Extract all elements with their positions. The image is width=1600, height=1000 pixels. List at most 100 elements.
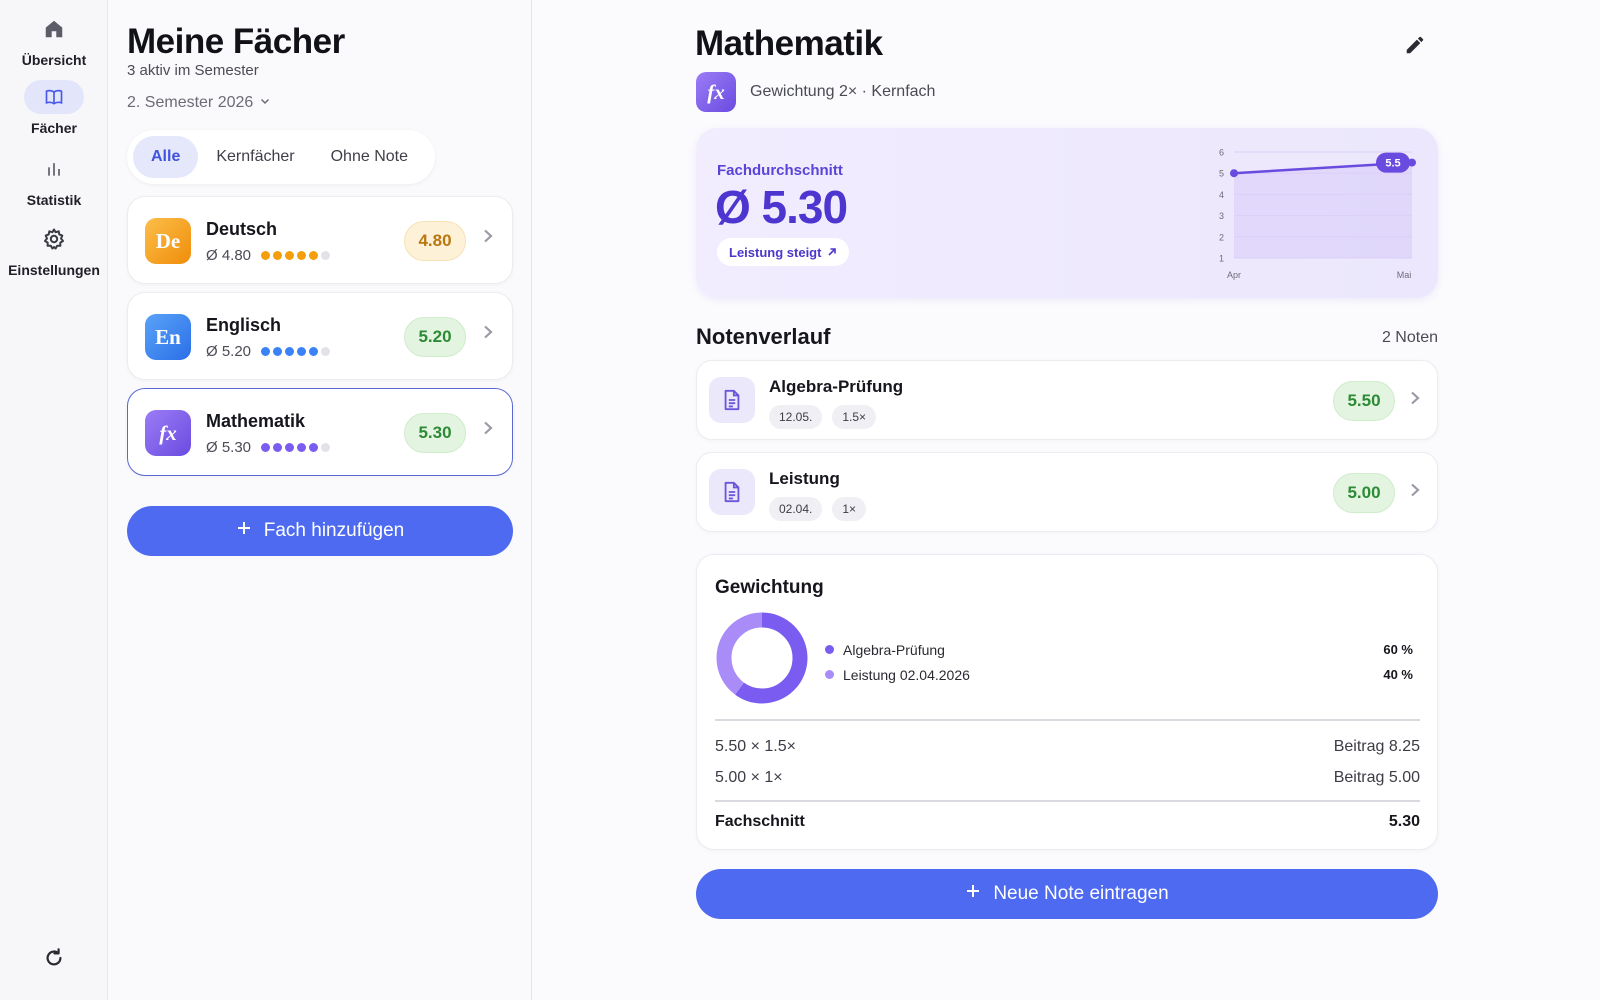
legend-row: Algebra-Prüfung 60 % xyxy=(825,637,1413,662)
subject-name: Englisch xyxy=(206,315,282,335)
rating-dot xyxy=(285,347,295,356)
divider xyxy=(715,719,1420,721)
nav-label: Einstellungen xyxy=(8,262,100,278)
x-tick-label: Apr xyxy=(1227,270,1241,280)
plus-icon xyxy=(965,883,981,905)
legend-row: Leistung 02.04.2026 40 % xyxy=(825,662,1413,687)
trend-badge: Leistung steigt xyxy=(717,238,850,266)
chevron-down-icon xyxy=(259,94,271,112)
rating-dot xyxy=(285,443,295,452)
legend-percent: 40 % xyxy=(1383,667,1413,682)
rating-dots xyxy=(261,443,331,452)
calc-contribution: Beitrag 8.25 xyxy=(1333,738,1420,755)
nav-item-subjects[interactable]: Fächer xyxy=(0,80,108,136)
data-point xyxy=(1230,169,1238,178)
y-tick-label: 3 xyxy=(1219,211,1224,221)
document-icon xyxy=(709,469,755,515)
chevron-right-icon xyxy=(482,421,494,440)
subject-avatar: fx xyxy=(145,410,191,456)
legend-dot xyxy=(825,670,834,679)
rating-dot xyxy=(309,443,319,452)
filter-no-grade[interactable]: Ohne Note xyxy=(313,136,426,178)
filter-core-subjects[interactable]: Kernfächer xyxy=(198,136,312,178)
subject-average-value: Ø 5.20 xyxy=(206,343,252,360)
history-count: 2 Noten xyxy=(1381,329,1438,346)
rating-dot xyxy=(261,443,271,452)
nav-item-settings[interactable]: Einstellungen xyxy=(0,222,108,278)
subject-average-value: Ø 5.30 xyxy=(206,439,252,456)
rating-dot xyxy=(261,347,271,356)
legend-label: Leistung 02.04.2026 xyxy=(843,666,970,683)
rating-dots xyxy=(261,347,331,356)
grade-date: 02.04. xyxy=(769,497,823,521)
subject-name: Deutsch xyxy=(206,219,278,239)
grade-trend-chart: 1 2 3 4 5 6 5.5 Apr Mai xyxy=(1219,148,1416,280)
add-subject-button[interactable]: Fach hinzufügen xyxy=(127,506,513,556)
nav-label: Statistik xyxy=(26,192,82,208)
rating-dot xyxy=(309,251,319,260)
x-tick-label: Mai xyxy=(1397,270,1412,280)
grade-row-leistung[interactable]: Leistung 02.04. 1× 5.00 xyxy=(696,452,1438,532)
rating-dot xyxy=(321,347,331,356)
subject-card-englisch[interactable]: En Englisch Ø 5.20 5.20 xyxy=(127,292,513,380)
subject-average: Ø 5.30 xyxy=(206,439,331,456)
rating-dot xyxy=(261,251,271,260)
y-tick-label: 6 xyxy=(1219,148,1224,158)
subject-meta: Gewichtung 2× · Kernfach xyxy=(750,83,936,100)
weighting-card: Gewichtung Algebra-Prüfung 60 % Leistung… xyxy=(696,554,1438,850)
average-value: Ø 5.30 xyxy=(715,181,848,233)
rating-dot xyxy=(309,347,319,356)
calc-expression: 5.50 × 1.5× xyxy=(715,738,796,755)
y-tick-label: 5 xyxy=(1219,169,1224,179)
subject-average: Ø 5.20 xyxy=(206,343,331,360)
subject-avatar: fx xyxy=(696,72,736,112)
rating-dot xyxy=(297,251,307,260)
active-count: 3 aktiv im Semester xyxy=(127,62,259,79)
total-label: Fachschnitt xyxy=(715,813,805,830)
weighting-legend: Algebra-Prüfung 60 % Leistung 02.04.2026… xyxy=(825,637,1413,687)
refresh-icon[interactable] xyxy=(38,942,70,974)
navigation-rail: Übersicht Fächer Statistik Einstellungen xyxy=(0,0,108,1000)
subject-name: Mathematik xyxy=(206,411,306,431)
legend-label: Algebra-Prüfung xyxy=(843,641,945,658)
subject-card-deutsch[interactable]: De Deutsch Ø 4.80 4.80 xyxy=(127,196,513,284)
nav-item-statistics[interactable]: Statistik xyxy=(0,152,108,208)
document-icon xyxy=(709,377,755,423)
history-title: Notenverlauf xyxy=(696,324,831,349)
subject-list-pane: Meine Fächer 3 aktiv im Semester 2. Seme… xyxy=(108,0,532,1000)
grade-name: Algebra-Prüfung xyxy=(769,377,904,396)
average-card: Fachdurchschnitt Ø 5.30 Leistung steigt … xyxy=(696,128,1438,298)
filter-all[interactable]: Alle xyxy=(133,136,199,178)
calc-row: 5.50 × 1.5× Beitrag 8.25 xyxy=(715,738,1420,756)
trend-label: Leistung steigt xyxy=(729,244,822,260)
subject-avatar: De xyxy=(145,218,191,264)
grade-row-algebra[interactable]: Algebra-Prüfung 12.05. 1.5× 5.50 xyxy=(696,360,1438,440)
semester-selector[interactable]: 2. Semester 2026 xyxy=(127,94,271,112)
calc-contribution: Beitrag 5.00 xyxy=(1333,769,1420,786)
home-icon xyxy=(24,12,84,46)
area-fill xyxy=(1234,162,1412,258)
weighting-donut-chart xyxy=(716,612,808,704)
pencil-icon[interactable] xyxy=(1400,30,1430,60)
rating-dot xyxy=(273,251,283,260)
divider xyxy=(715,800,1420,802)
y-tick-label: 2 xyxy=(1219,232,1224,242)
rating-dot xyxy=(297,347,307,356)
nav-item-overview[interactable]: Übersicht xyxy=(0,12,108,68)
bar-chart-icon xyxy=(24,152,84,186)
chevron-right-icon xyxy=(1409,483,1421,502)
grade-badge: 5.30 xyxy=(404,413,466,453)
subject-card-mathematik[interactable]: fx Mathematik Ø 5.30 5.30 xyxy=(127,388,513,476)
add-grade-button[interactable]: Neue Note eintragen xyxy=(696,869,1438,919)
chevron-right-icon xyxy=(482,229,494,248)
book-icon xyxy=(24,80,84,114)
rating-dot xyxy=(273,347,283,356)
chevron-right-icon xyxy=(1409,391,1421,410)
y-tick-label: 1 xyxy=(1219,254,1224,264)
data-label: 5.5 xyxy=(1385,158,1400,170)
weighting-title: Gewichtung xyxy=(715,577,824,598)
rating-dot xyxy=(321,443,331,452)
nav-label: Fächer xyxy=(31,120,77,136)
total-value: 5.30 xyxy=(1388,813,1420,830)
semester-label: 2. Semester 2026 xyxy=(127,94,254,111)
